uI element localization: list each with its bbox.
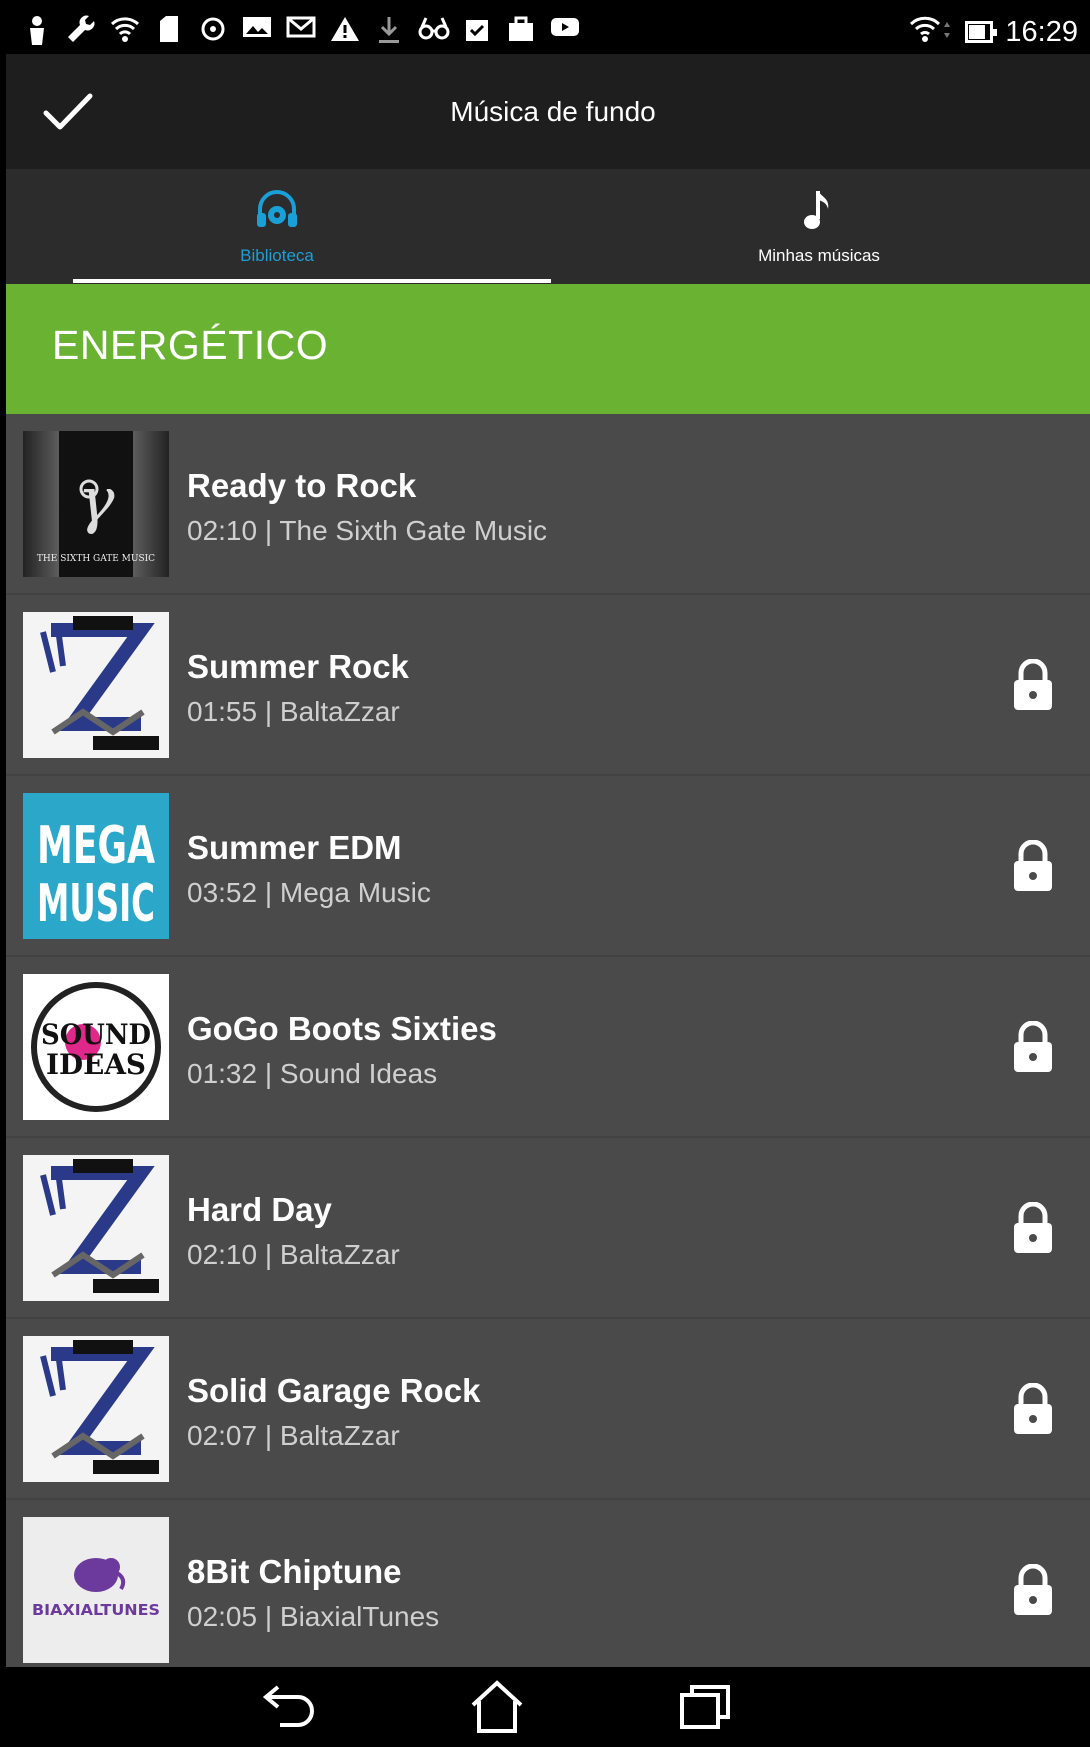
clipboard-check-icon xyxy=(462,15,492,45)
download-icon xyxy=(374,15,404,45)
track-title: Solid Garage Rock xyxy=(187,1372,481,1409)
track-title: GoGo Boots Sixties xyxy=(187,1010,497,1047)
mail-icon xyxy=(286,15,316,45)
wifi-signal-icon xyxy=(909,14,953,51)
mega-logo-text: MEGA xyxy=(37,816,155,876)
ideas-logo-text: IDEAS xyxy=(46,1048,146,1081)
glasses-icon xyxy=(418,15,450,45)
recents-icon[interactable] xyxy=(676,1679,736,1735)
tab-biblioteca-label: Biblioteca xyxy=(240,246,314,265)
track-title: Summer Rock xyxy=(187,648,409,685)
tab-indicator xyxy=(73,279,551,283)
lock-icon xyxy=(1011,1201,1055,1254)
battery-icon xyxy=(965,21,998,43)
track-meta: 02:07 | BaltaZzar xyxy=(187,1420,400,1451)
biaxialtunes-logo: BIAXIALTUNES xyxy=(23,1517,169,1663)
tab-bar: Biblioteca Minhas músicas xyxy=(6,169,1090,284)
track-title: Hard Day xyxy=(187,1191,332,1228)
sync-icon xyxy=(198,15,228,45)
warning-icon xyxy=(330,15,360,45)
category-header: ENERGÉTICO xyxy=(6,284,1090,414)
track-list[interactable]: γ THE SIXTH GATE MUSIC Ready to Rock 02:… xyxy=(6,414,1090,1667)
image-icon xyxy=(242,15,272,45)
tab-minhas-musicas[interactable]: Minhas músicas xyxy=(548,169,1090,284)
svg-text:γ: γ xyxy=(77,463,115,536)
music-note-icon xyxy=(796,187,842,233)
back-icon[interactable] xyxy=(260,1679,320,1735)
track-meta: 02:10 | BaltaZzar xyxy=(187,1239,400,1270)
track-title: Summer EDM xyxy=(187,829,402,866)
baltazzar-logo xyxy=(23,1336,169,1482)
the-sixth-gate-logo-text: THE SIXTH GATE MUSIC xyxy=(37,554,155,564)
track-row[interactable]: Hard Day 02:10 | BaltaZzar xyxy=(6,1138,1090,1319)
device-screen: 16:29 Música de fundo Biblioteca Minhas … xyxy=(6,9,1090,1747)
track-row[interactable]: Solid Garage Rock 02:07 | BaltaZzar xyxy=(6,1319,1090,1500)
navigation-bar xyxy=(6,1667,1090,1747)
track-row[interactable]: Summer Rock 01:55 | BaltaZzar xyxy=(6,595,1090,776)
track-meta: 03:52 | Mega Music xyxy=(187,877,431,908)
system-icons: 16:29 xyxy=(909,13,1078,51)
track-row[interactable]: γ THE SIXTH GATE MUSIC Ready to Rock 02:… xyxy=(6,414,1090,595)
sd-card-icon xyxy=(154,15,184,45)
track-title: Ready to Rock xyxy=(187,467,417,504)
track-row[interactable]: BIAXIALTUNES 8Bit Chiptune 02:05 | Biaxi… xyxy=(6,1500,1090,1667)
headphones-icon xyxy=(254,187,300,233)
bag-icon xyxy=(506,15,536,45)
wifi-icon xyxy=(110,15,140,45)
track-row[interactable]: MEGA MUSIC Summer EDM 03:52 | Mega Music xyxy=(6,776,1090,957)
page-title: Música de fundo xyxy=(450,96,656,127)
wrench-icon xyxy=(66,15,96,45)
tab-biblioteca[interactable]: Biblioteca xyxy=(6,169,548,284)
tab-minhas-musicas-label: Minhas músicas xyxy=(758,246,880,265)
category-label: ENERGÉTICO xyxy=(52,322,329,368)
sound-logo-text: SOUND xyxy=(41,1018,151,1051)
track-meta: 02:05 | BiaxialTunes xyxy=(187,1601,440,1632)
track-meta: 01:32 | Sound Ideas xyxy=(187,1058,438,1089)
clock: 16:29 xyxy=(1005,15,1078,48)
notification-icons xyxy=(22,15,580,45)
track-meta: 02:10 | The Sixth Gate Music xyxy=(187,515,548,546)
person-icon xyxy=(22,15,52,45)
track-title: 8Bit Chiptune xyxy=(187,1553,402,1590)
lock-icon xyxy=(1011,1382,1055,1435)
status-bar: 16:29 xyxy=(6,9,1090,54)
lock-icon xyxy=(1011,1020,1055,1073)
track-row[interactable]: SOUND IDEAS GoGo Boots Sixties 01:32 | S… xyxy=(6,957,1090,1138)
lock-icon xyxy=(1011,658,1055,711)
track-meta: 01:55 | BaltaZzar xyxy=(187,696,400,727)
app-bar: Música de fundo xyxy=(6,54,1090,169)
baltazzar-logo xyxy=(23,612,169,758)
youtube-icon xyxy=(550,15,580,45)
sound-ideas-logo: SOUND IDEAS xyxy=(23,974,169,1120)
lock-icon xyxy=(1011,1563,1055,1616)
the-sixth-gate-music-logo: γ THE SIXTH GATE MUSIC xyxy=(23,431,169,577)
home-icon[interactable] xyxy=(467,1679,527,1735)
baltazzar-logo xyxy=(23,1155,169,1301)
music-logo-text: MUSIC xyxy=(37,874,155,934)
mega-music-logo: MEGA MUSIC xyxy=(23,793,169,939)
lock-icon xyxy=(1011,839,1055,892)
biaxialtunes-logo-text: BIAXIALTUNES xyxy=(32,1601,160,1619)
